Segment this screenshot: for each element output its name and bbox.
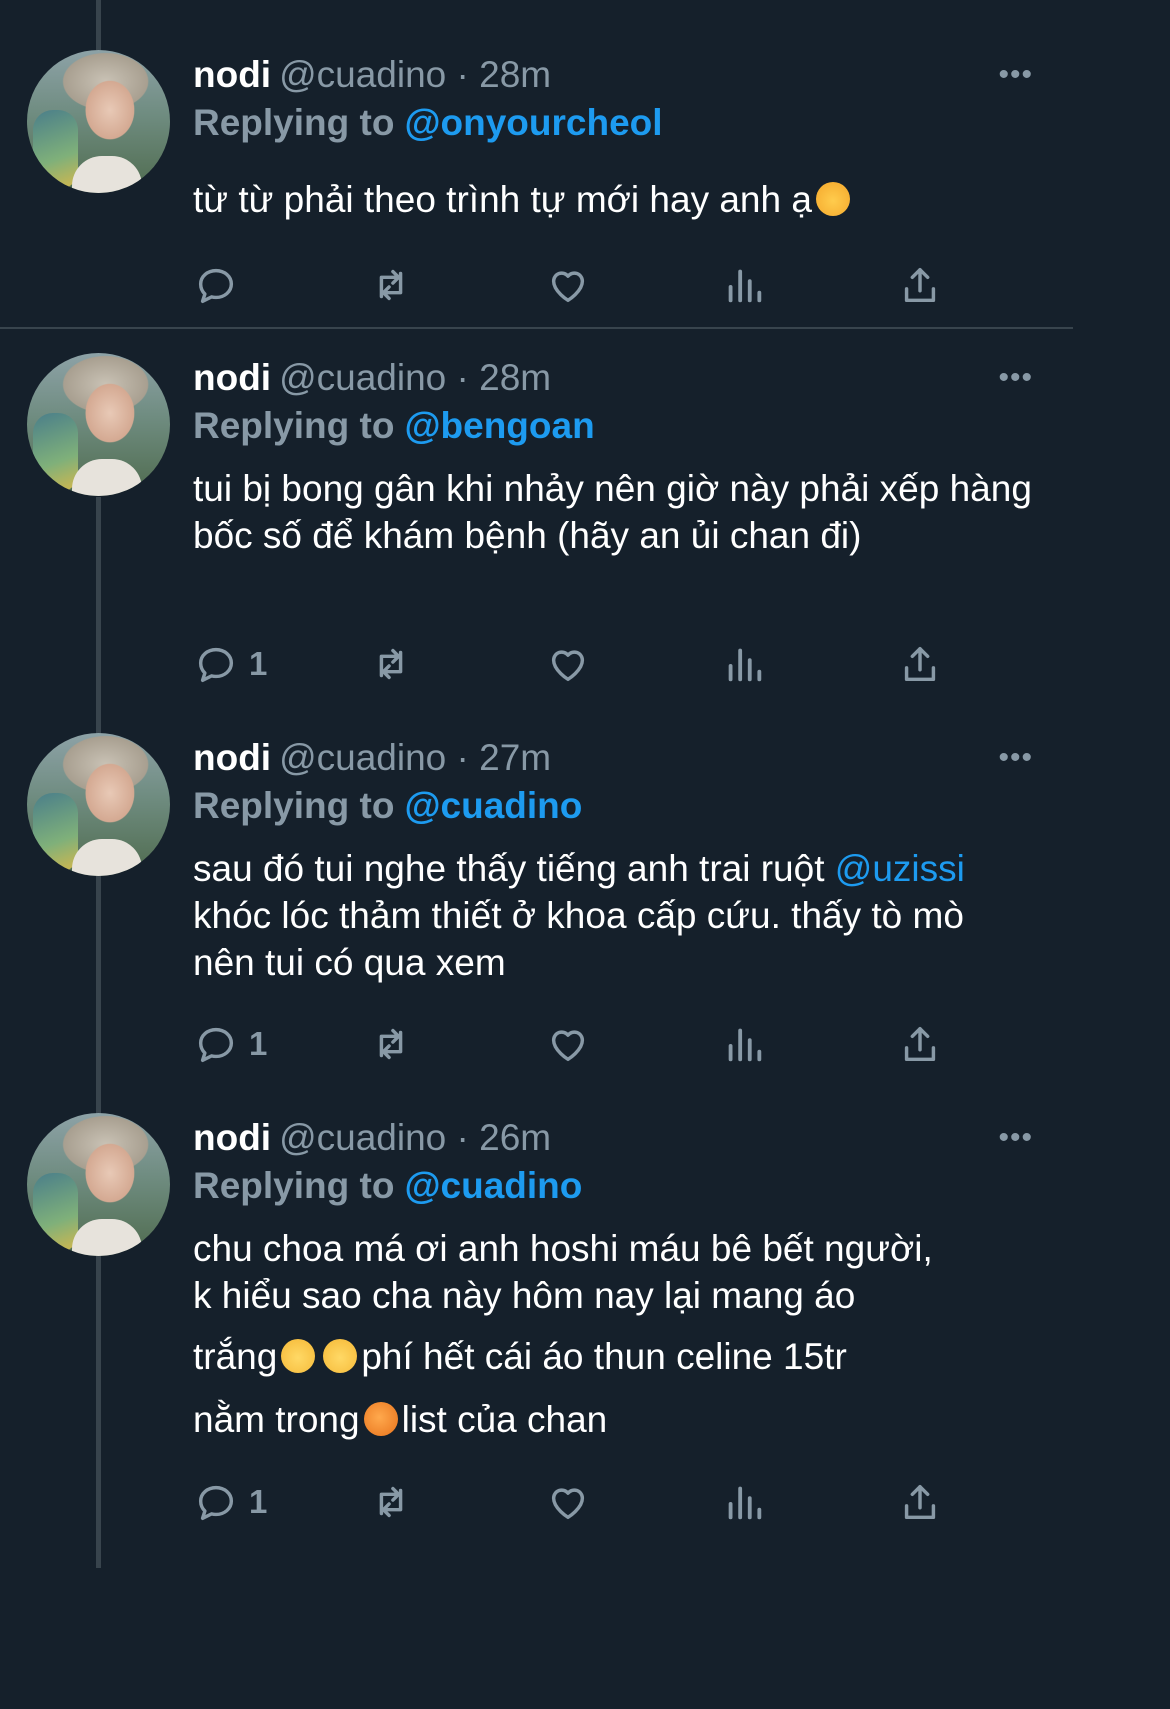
display-name[interactable]: nodi (193, 1117, 271, 1158)
timestamp[interactable]: 28m (479, 357, 551, 398)
analytics-icon (728, 648, 762, 682)
analytics-button[interactable] (721, 1479, 767, 1525)
tweet-header: nodi @cuadino · 28m (193, 357, 551, 399)
tweet-actions: 1 (193, 641, 953, 687)
replying-label: Replying to (193, 1165, 395, 1206)
reply-icon (198, 1485, 234, 1521)
replying-label: Replying to (193, 785, 395, 826)
analytics-icon (728, 269, 762, 303)
like-icon (551, 650, 585, 682)
like-button[interactable] (545, 262, 591, 308)
like-button[interactable] (545, 641, 591, 687)
timestamp[interactable]: 26m (479, 1117, 551, 1158)
separator: · (456, 357, 469, 398)
username[interactable]: @cuadino (279, 54, 446, 95)
tangerine-emoji (363, 1402, 398, 1436)
reply-button[interactable] (193, 262, 239, 308)
more-icon[interactable]: ••• (998, 60, 1033, 90)
like-icon (551, 1030, 585, 1062)
thread-line (96, 497, 101, 1568)
more-icon[interactable]: ••• (998, 1123, 1033, 1153)
reply-button[interactable]: 1 (193, 641, 267, 687)
replying-label: Replying to (193, 405, 395, 446)
kissing-cat-emoji (815, 182, 850, 216)
retweet-icon (379, 648, 403, 680)
replying-to: Replying to @cuadino (193, 1165, 582, 1207)
share-icon (904, 267, 936, 303)
share-icon (904, 1484, 936, 1520)
retweet-button[interactable] (368, 1021, 414, 1067)
username[interactable]: @cuadino (279, 357, 446, 398)
timestamp[interactable]: 27m (479, 737, 551, 778)
retweet-button[interactable] (368, 641, 414, 687)
share-icon (904, 1026, 936, 1062)
analytics-icon (728, 1486, 762, 1520)
avatar[interactable] (27, 50, 170, 193)
like-button[interactable] (545, 1479, 591, 1525)
like-icon (551, 1488, 585, 1520)
retweet-button[interactable] (368, 1479, 414, 1525)
share-icon (904, 646, 936, 682)
divider (0, 327, 1073, 329)
like-icon (551, 271, 585, 303)
reply-mention-link[interactable]: @cuadino (404, 785, 582, 826)
share-button[interactable] (897, 1021, 943, 1067)
crying-face-emoji (281, 1339, 316, 1373)
crying-face-emoji (323, 1339, 358, 1373)
reply-icon (198, 1027, 234, 1063)
analytics-button[interactable] (721, 1021, 767, 1067)
avatar[interactable] (27, 733, 170, 876)
share-button[interactable] (897, 1479, 943, 1525)
tweet-header: nodi @cuadino · 26m (193, 1117, 551, 1159)
reply-mention-link[interactable]: @cuadino (404, 1165, 582, 1206)
analytics-button[interactable] (721, 262, 767, 308)
reply-mention-link[interactable]: @bengoan (404, 405, 594, 446)
mention-link[interactable]: @uzissi (835, 848, 965, 889)
more-icon[interactable]: ••• (998, 743, 1033, 773)
tweet-actions (193, 262, 953, 308)
more-icon[interactable]: ••• (998, 363, 1033, 393)
reply-mention-link[interactable]: @onyourcheol (404, 102, 662, 143)
tweet-text: tui bị bong gân khi nhảy nên giờ này phả… (193, 468, 1032, 556)
analytics-button[interactable] (721, 641, 767, 687)
timestamp[interactable]: 28m (479, 54, 551, 95)
avatar[interactable] (27, 1113, 170, 1256)
username[interactable]: @cuadino (279, 737, 446, 778)
share-button[interactable] (897, 262, 943, 308)
avatar[interactable] (27, 353, 170, 496)
tweet-header: nodi @cuadino · 28m (193, 54, 551, 96)
reply-count: 1 (249, 1483, 268, 1520)
tweet-text: sau đó tui nghe thấy tiếng anh trai ruột… (193, 848, 965, 983)
thread-line-top (96, 0, 101, 50)
tweet-header: nodi @cuadino · 27m (193, 737, 551, 779)
retweet-icon (379, 1486, 403, 1518)
tweet-text: từ từ phải theo trình tự mới hay anh ạ (193, 176, 1033, 223)
tweet-actions: 1 (193, 1021, 953, 1067)
analytics-icon (728, 1028, 762, 1062)
retweet-button[interactable] (368, 262, 414, 308)
replying-to: Replying to @cuadino (193, 785, 582, 827)
retweet-icon (379, 1028, 403, 1060)
separator: · (456, 54, 469, 95)
reply-count: 1 (249, 1025, 268, 1062)
reply-icon (198, 268, 234, 304)
replying-to: Replying to @bengoan (193, 405, 595, 447)
retweet-icon (379, 269, 403, 301)
reply-button[interactable]: 1 (193, 1479, 267, 1525)
username[interactable]: @cuadino (279, 1117, 446, 1158)
replying-label: Replying to (193, 102, 395, 143)
display-name[interactable]: nodi (193, 737, 271, 778)
reply-icon (198, 647, 234, 683)
display-name[interactable]: nodi (193, 54, 271, 95)
separator: · (456, 1117, 469, 1158)
share-button[interactable] (897, 641, 943, 687)
separator: · (456, 737, 469, 778)
like-button[interactable] (545, 1021, 591, 1067)
reply-button[interactable]: 1 (193, 1021, 267, 1067)
display-name[interactable]: nodi (193, 357, 271, 398)
reply-count: 1 (249, 645, 268, 682)
replying-to: Replying to @onyourcheol (193, 102, 663, 144)
tweet-actions: 1 (193, 1479, 953, 1525)
tweet-text: chu choa má ơi anh hoshi máu bê bết ngườ… (193, 1228, 933, 1440)
